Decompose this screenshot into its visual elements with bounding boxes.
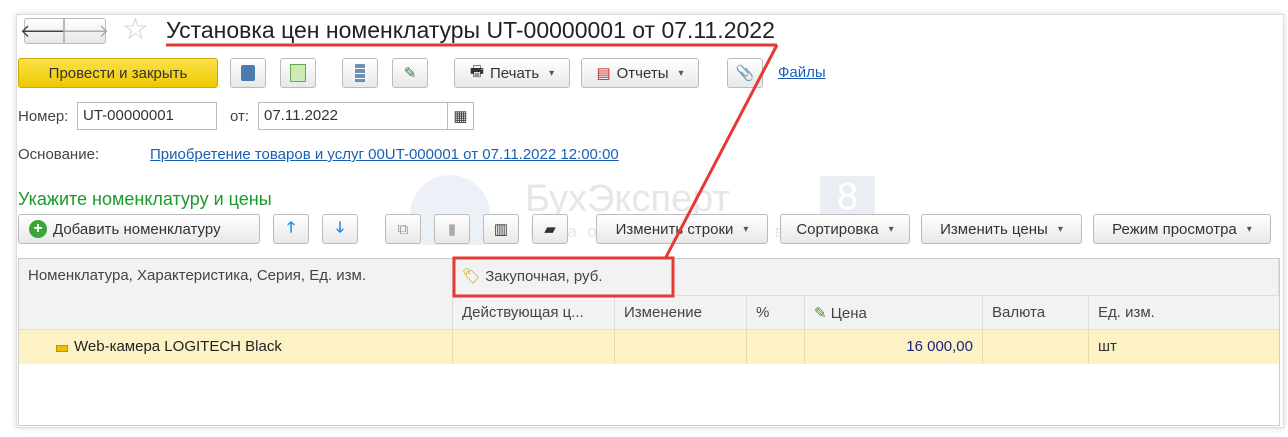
- annotation-box: [452, 256, 675, 298]
- annotation-overlay: [166, 43, 779, 298]
- annotation-connector: [663, 44, 779, 260]
